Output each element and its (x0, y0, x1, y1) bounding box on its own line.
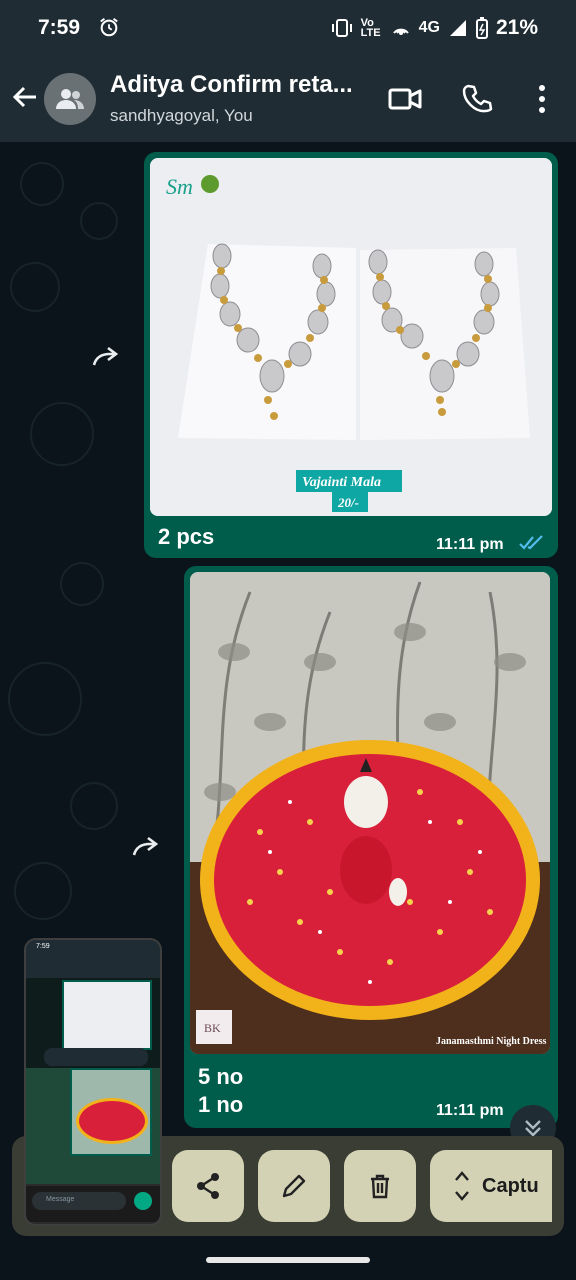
chat-title[interactable]: Aditya Confirm reta... (110, 71, 353, 99)
night-dress-photo: BK Janamasthmi Night Dress (190, 572, 550, 1054)
brand-logo: BK (204, 1021, 221, 1035)
product-price: 20/- (337, 495, 359, 510)
wallpaper-doodle (14, 862, 72, 920)
more-options-icon[interactable] (530, 82, 554, 116)
wallpaper-doodle (10, 262, 60, 312)
message-bubble[interactable]: Sm Vajainti Mala 20/- 2 pcs 11:11 pm (144, 152, 558, 558)
message-time: 11:11 pm (436, 536, 504, 553)
message-image[interactable]: Sm Vajainti Mala 20/- (150, 158, 552, 516)
product-label: Vajainti Mala (302, 475, 381, 490)
group-avatar[interactable] (44, 73, 96, 125)
share-icon (197, 1173, 219, 1199)
voice-call-icon[interactable] (462, 82, 494, 114)
preview-message-input: Message (32, 1192, 126, 1210)
preview-dress (76, 1098, 148, 1144)
share-button[interactable] (172, 1150, 244, 1222)
preview-app-bar (26, 956, 160, 978)
wallpaper-doodle (70, 782, 118, 830)
preview-image (70, 1068, 152, 1156)
message-bubble[interactable]: BK Janamasthmi Night Dress 5 no 1 no 11:… (184, 566, 558, 1128)
preview-time: 7:59 (36, 943, 50, 950)
alarm-icon (100, 17, 118, 37)
status-icons: Vo LTE 4G 21% (331, 16, 538, 40)
wallpaper-doodle (80, 202, 118, 240)
preview-message-placeholder: Message (46, 1196, 75, 1203)
hotspot-icon (392, 28, 409, 35)
brand-logo: Sm (166, 174, 193, 199)
forward-icon (132, 836, 159, 856)
message-caption-line: 5 no (198, 1064, 244, 1089)
preview-toolbar (44, 1048, 148, 1066)
battery-percent: 21% (495, 16, 538, 39)
vajainti-mala-photo: Sm Vajainti Mala 20/- (150, 158, 552, 516)
message-image[interactable]: BK Janamasthmi Night Dress (190, 572, 550, 1054)
read-ticks-icon (519, 535, 543, 550)
forward-icon (92, 346, 119, 366)
screenshot-preview[interactable]: 7:59 Message (24, 938, 162, 1226)
network-type: 4G (418, 19, 440, 36)
pencil-icon (282, 1174, 306, 1198)
group-icon (56, 89, 84, 109)
message-time: 11:11 pm (436, 1102, 504, 1119)
signal-icon (449, 20, 466, 36)
scroll-capture-label: Captu (482, 1174, 539, 1197)
edit-button[interactable] (258, 1150, 330, 1222)
wallpaper-doodle (20, 162, 64, 206)
status-bar: 7:59 Vo LTE 4G 21% (0, 0, 576, 58)
preview-status-bar: 7:59 (26, 940, 160, 956)
forward-button[interactable] (126, 826, 166, 866)
back-arrow-icon[interactable] (10, 82, 40, 112)
scroll-capture-button[interactable]: Captu (430, 1150, 552, 1222)
vibrate-icon (331, 19, 352, 37)
chat-participants[interactable]: sandhyagoyal, You (110, 106, 253, 126)
chat-header: Aditya Confirm reta... sandhyagoyal, You (0, 58, 576, 142)
preview-mic-button (134, 1192, 152, 1210)
forward-button[interactable] (86, 336, 126, 376)
preview-image (62, 980, 152, 1050)
wallpaper-doodle (30, 402, 94, 466)
message-caption: 2 pcs (158, 524, 215, 549)
wallpaper-doodle (60, 562, 104, 606)
volte-indicator: Vo LTE (360, 17, 381, 39)
battery-icon (475, 17, 488, 39)
navigation-handle[interactable] (206, 1257, 370, 1263)
preview-input-bar: Message (26, 1186, 160, 1222)
message-caption-line: 1 no (198, 1092, 244, 1117)
trash-icon (371, 1174, 389, 1199)
delete-button[interactable] (344, 1150, 416, 1222)
status-time: 7:59 (38, 16, 81, 39)
video-call-icon[interactable] (388, 84, 422, 114)
image-watermark: Janamasthmi Night Dress (436, 1036, 546, 1047)
expand-vertical-icon (455, 1171, 469, 1201)
wallpaper-doodle (8, 662, 82, 736)
